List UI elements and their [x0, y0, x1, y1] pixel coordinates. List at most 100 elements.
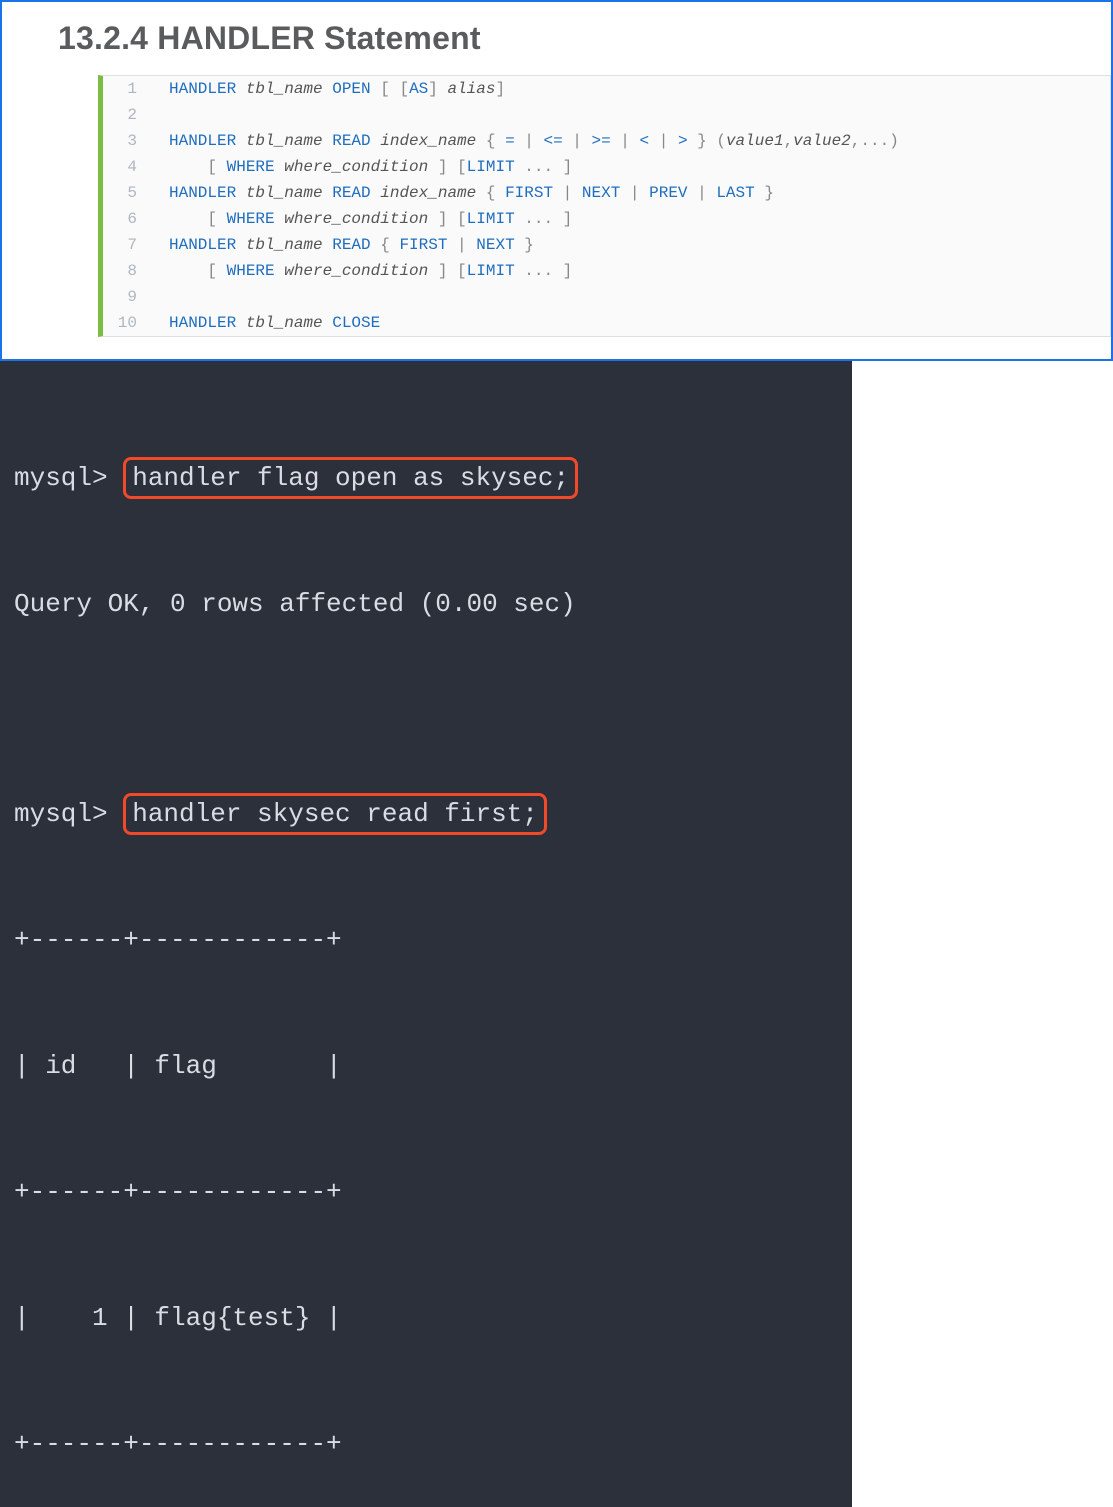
punct: { — [380, 236, 399, 254]
text — [169, 158, 207, 176]
terminal-line: Query OK, 0 rows affected (0.00 sec) — [14, 583, 838, 625]
terminal-line: +------+------------+ — [14, 1171, 838, 1213]
syntax-code-block: 1HANDLER tbl_name OPEN [ [AS] alias]2 3H… — [98, 75, 1111, 337]
punct: | — [649, 132, 678, 150]
line-number: 10 — [103, 310, 151, 336]
keyword: READ — [323, 236, 381, 254]
placeholder: tbl_name — [246, 132, 323, 150]
punct: | — [563, 132, 592, 150]
code-line: [ WHERE where_condition ] [LIMIT ... ] — [151, 206, 1110, 232]
placeholder: where_condition — [284, 158, 428, 176]
placeholder: tbl_name — [246, 236, 323, 254]
keyword: = — [505, 132, 515, 150]
highlighted-command: handler skysec read first; — [123, 793, 547, 835]
line-number: 5 — [103, 180, 151, 206]
punct: ] [ — [428, 210, 466, 228]
keyword: WHERE — [227, 210, 285, 228]
placeholder: where_condition — [284, 262, 428, 280]
highlighted-command: handler flag open as skysec; — [123, 457, 578, 499]
keyword: HANDLER — [169, 132, 246, 150]
placeholder: tbl_name — [246, 314, 323, 332]
code-row: 5HANDLER tbl_name READ index_name { FIRS… — [103, 180, 1110, 206]
line-number: 1 — [103, 76, 151, 102]
punct: | — [611, 132, 640, 150]
text — [169, 210, 207, 228]
keyword: > — [678, 132, 688, 150]
keyword: WHERE — [227, 262, 285, 280]
text — [169, 262, 207, 280]
terminal-line: | id | flag | — [14, 1045, 838, 1087]
code-line: [ WHERE where_condition ] [LIMIT ... ] — [151, 154, 1110, 180]
terminal-line: | 1 | flag{test} | — [14, 1297, 838, 1339]
prompt: mysql> — [14, 463, 123, 493]
punct: | — [620, 184, 649, 202]
keyword — [390, 80, 400, 98]
text — [476, 184, 486, 202]
code-row: 8 [ WHERE where_condition ] [LIMIT ... ] — [103, 258, 1110, 284]
keyword: OPEN — [323, 80, 381, 98]
keyword: LIMIT — [467, 210, 515, 228]
line-number: 9 — [103, 284, 151, 310]
placeholder: tbl_name — [246, 80, 323, 98]
keyword: READ — [323, 132, 381, 150]
line-number: 4 — [103, 154, 151, 180]
code-line: HANDLER tbl_name READ index_name { FIRST… — [151, 180, 1110, 206]
code-line: HANDLER tbl_name READ index_name { = | <… — [151, 128, 1110, 154]
line-number: 6 — [103, 206, 151, 232]
keyword: NEXT — [582, 184, 620, 202]
keyword: FIRST — [399, 236, 447, 254]
punct: } — [755, 184, 774, 202]
punct: ... ] — [515, 158, 573, 176]
code-row: 3HANDLER tbl_name READ index_name { = | … — [103, 128, 1110, 154]
placeholder: index_name — [380, 132, 476, 150]
punct: [ — [207, 262, 226, 280]
terminal-line: +------+------------+ — [14, 1423, 838, 1465]
punct: | — [553, 184, 582, 202]
keyword: HANDLER — [169, 314, 246, 332]
punct: { — [486, 132, 505, 150]
keyword: AS — [409, 80, 428, 98]
page-title: 13.2.4 HANDLER Statement — [58, 20, 1111, 57]
punct: } — [515, 236, 534, 254]
punct: | — [447, 236, 476, 254]
code-row: 7HANDLER tbl_name READ { FIRST | NEXT } — [103, 232, 1110, 258]
terminal-line: +------+------------+ — [14, 919, 838, 961]
keyword: WHERE — [227, 158, 285, 176]
prompt: mysql> — [14, 799, 123, 829]
punct: ] [ — [428, 158, 466, 176]
keyword: HANDLER — [169, 184, 246, 202]
placeholder: value2 — [793, 132, 851, 150]
code-line — [151, 102, 1110, 128]
placeholder: value1 — [726, 132, 784, 150]
punct: [ — [399, 80, 409, 98]
keyword: LIMIT — [467, 158, 515, 176]
code-line: HANDLER tbl_name CLOSE — [151, 310, 1110, 336]
punct: [ — [207, 210, 226, 228]
code-row: 1HANDLER tbl_name OPEN [ [AS] alias] — [103, 76, 1110, 102]
keyword: >= — [592, 132, 611, 150]
punct: ... ] — [515, 210, 573, 228]
placeholder: tbl_name — [246, 184, 323, 202]
keyword: PREV — [649, 184, 687, 202]
punct: ] [ — [428, 262, 466, 280]
terminal-line: mysql> handler skysec read first; — [14, 793, 838, 835]
documentation-panel: 13.2.4 HANDLER Statement 1HANDLER tbl_na… — [0, 0, 1113, 361]
punct: { — [486, 184, 505, 202]
code-row: 4 [ WHERE where_condition ] [LIMIT ... ] — [103, 154, 1110, 180]
keyword: FIRST — [505, 184, 553, 202]
punct: ,...) — [851, 132, 899, 150]
placeholder: where_condition — [284, 210, 428, 228]
code-line: HANDLER tbl_name OPEN [ [AS] alias] — [151, 76, 1110, 102]
code-row: 10HANDLER tbl_name CLOSE — [103, 310, 1110, 336]
text — [476, 132, 486, 150]
punct: | — [515, 132, 544, 150]
code-line: HANDLER tbl_name READ { FIRST | NEXT } — [151, 232, 1110, 258]
keyword: LIMIT — [467, 262, 515, 280]
keyword: READ — [323, 184, 381, 202]
punct: ... ] — [515, 262, 573, 280]
punct: , — [784, 132, 794, 150]
code-line — [151, 284, 1110, 310]
keyword: HANDLER — [169, 80, 246, 98]
punct: } ( — [688, 132, 726, 150]
line-number: 3 — [103, 128, 151, 154]
